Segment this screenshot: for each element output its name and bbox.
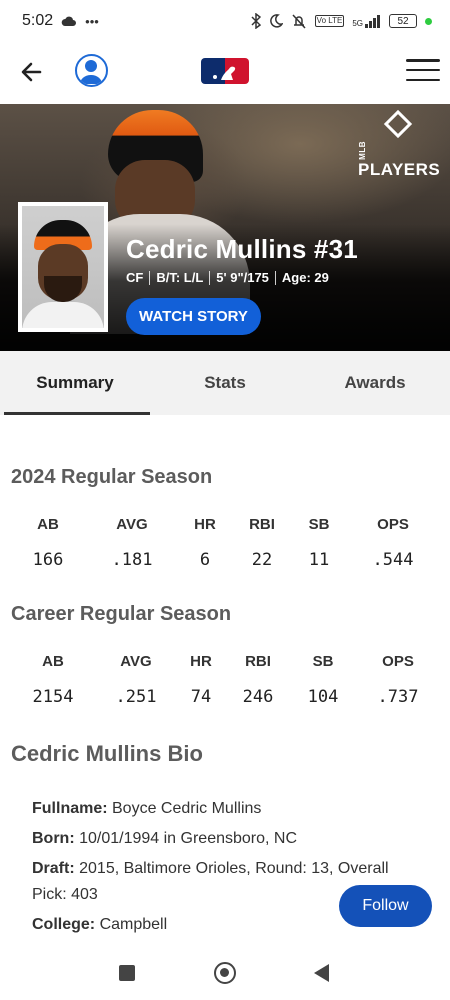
- back-button[interactable]: [18, 58, 46, 86]
- career-header-ab: AB: [42, 653, 64, 670]
- player-meta: CF B/T: L/L 5' 9"/175 Age: 29: [126, 270, 329, 285]
- player-height-weight: 5' 9"/175: [216, 270, 269, 285]
- tab-stats[interactable]: Stats: [150, 351, 300, 415]
- career-value-hr: 74: [190, 687, 212, 707]
- bio-value: 2015, Baltimore Orioles, Round: 13, Over…: [32, 860, 389, 903]
- bio-born: Born: 10/01/1994 in Greensboro, NC: [32, 826, 417, 852]
- career-header-sb: SB: [312, 653, 334, 670]
- player-age: Age: 29: [281, 270, 329, 285]
- stat-header-sb: SB: [308, 516, 330, 533]
- stat-value-ops: .544: [372, 550, 414, 570]
- hamburger-menu-button[interactable]: [406, 59, 440, 81]
- status-left: 5:02 •••: [22, 12, 99, 30]
- career-header-ops: OPS: [382, 653, 414, 670]
- stat-header-avg: AVG: [116, 516, 148, 533]
- career-value-avg: .251: [115, 687, 157, 707]
- bio-key: Born:: [32, 830, 75, 847]
- stat-header-rbi: RBI: [249, 516, 275, 533]
- hamburger-menu-icon-line-2: [406, 68, 440, 72]
- bio-title: Cedric Mullins Bio: [11, 741, 203, 766]
- stat-value-avg: .181: [111, 550, 153, 570]
- headshot-jersey: [22, 302, 104, 328]
- player-position: CF: [126, 270, 144, 285]
- follow-button[interactable]: Follow: [339, 885, 432, 927]
- career-value-ops: .737: [377, 687, 419, 707]
- player-name: Cedric Mullins #31: [126, 234, 358, 264]
- meta-divider: [274, 270, 276, 285]
- back-arrow-icon: [21, 62, 42, 82]
- stat-value-rbi: 22: [251, 550, 273, 570]
- bio-key: College:: [32, 916, 96, 933]
- app-header: [0, 42, 450, 104]
- cloud-icon: [61, 16, 77, 26]
- career-stats-header-row: AB AVG HR RBI SB OPS: [0, 653, 450, 687]
- players-diamond-icon: [383, 109, 413, 139]
- bio-key: Fullname:: [32, 800, 108, 817]
- mlb-logo[interactable]: [201, 58, 249, 84]
- profile-button[interactable]: [75, 54, 108, 87]
- home-circle-icon[interactable]: [214, 962, 236, 984]
- career-stats-value-row: 2154 .251 74 246 104 .737: [0, 687, 450, 721]
- meta-divider: [149, 270, 151, 285]
- bio-value: Boyce Cedric Mullins: [107, 800, 262, 817]
- bio-value: Campbell: [95, 916, 168, 933]
- tab-awards[interactable]: Awards: [300, 351, 450, 415]
- players-logo-word: PLAYERS: [358, 160, 441, 179]
- career-stats-table: AB AVG HR RBI SB OPS 2154 .251 74 246 10…: [0, 653, 450, 721]
- career-header-rbi: RBI: [245, 653, 271, 670]
- recents-square-icon[interactable]: [119, 965, 135, 981]
- status-time: 5:02: [22, 12, 54, 29]
- career-value-sb: 104: [307, 687, 339, 707]
- players-logo-text: MLBPLAYERS: [358, 140, 440, 180]
- stat-value-sb: 11: [308, 550, 330, 570]
- tab-summary[interactable]: Summary: [0, 351, 150, 415]
- privacy-indicator-dot: [425, 17, 432, 25]
- signal-bars-icon: [365, 14, 380, 28]
- battery-icon: 52: [389, 14, 417, 28]
- status-right: Vo LTE 5G 52: [251, 13, 432, 29]
- career-value-rbi: 246: [242, 687, 274, 707]
- moon-icon: [269, 14, 283, 28]
- 5g-signal-icon: 5G: [352, 14, 381, 28]
- hamburger-menu-icon-line-3: [406, 78, 440, 81]
- system-nav-bar: [0, 945, 450, 1000]
- status-bar: 5:02 ••• Vo LTE 5G 52: [0, 0, 450, 42]
- meta-divider: [209, 270, 211, 285]
- mlb-players-logo: MLBPLAYERS: [358, 109, 440, 179]
- player-tabs: Summary Stats Awards: [0, 351, 450, 415]
- more-dots-icon: •••: [85, 13, 99, 29]
- batter-silhouette-icon: [213, 66, 236, 80]
- volte-icon: Vo LTE: [314, 15, 345, 27]
- season-stats-table: AB AVG HR RBI SB OPS 166 .181 6 22 11 .5…: [0, 516, 450, 584]
- stat-header-hr: HR: [194, 516, 216, 533]
- stat-header-ab: AB: [37, 516, 59, 533]
- career-stats-title: Career Regular Season: [11, 603, 232, 625]
- season-stats-value-row: 166 .181 6 22 11 .544: [0, 550, 450, 584]
- player-bats-throws: B/T: L/L: [156, 270, 204, 285]
- network-label: 5G: [352, 18, 363, 28]
- mute-icon: [292, 13, 306, 29]
- profile-icon: [80, 60, 102, 84]
- back-triangle-icon[interactable]: [314, 964, 329, 982]
- bio-key: Draft:: [32, 860, 75, 877]
- watch-story-button[interactable]: WATCH STORY: [126, 298, 261, 335]
- bio-value: 10/01/1994 in Greensboro, NC: [74, 830, 298, 847]
- season-stats-header-row: AB AVG HR RBI SB OPS: [0, 516, 450, 550]
- season-stats-title: 2024 Regular Season: [11, 466, 213, 488]
- player-hero: MLBPLAYERS Cedric Mullins #31 CF B/T: L/…: [0, 104, 450, 351]
- headshot-beard: [44, 276, 82, 302]
- career-header-avg: AVG: [120, 653, 152, 670]
- stat-value-hr: 6: [199, 550, 211, 570]
- hamburger-menu-icon-line-1: [406, 59, 440, 62]
- player-headshot: [18, 202, 108, 332]
- career-value-ab: 2154: [32, 687, 74, 707]
- stat-value-ab: 166: [32, 550, 64, 570]
- career-header-hr: HR: [190, 653, 212, 670]
- stat-header-ops: OPS: [377, 516, 409, 533]
- bluetooth-icon: [251, 13, 261, 29]
- players-logo-prefix: MLB: [358, 141, 367, 160]
- bio-fullname: Fullname: Boyce Cedric Mullins: [32, 796, 417, 822]
